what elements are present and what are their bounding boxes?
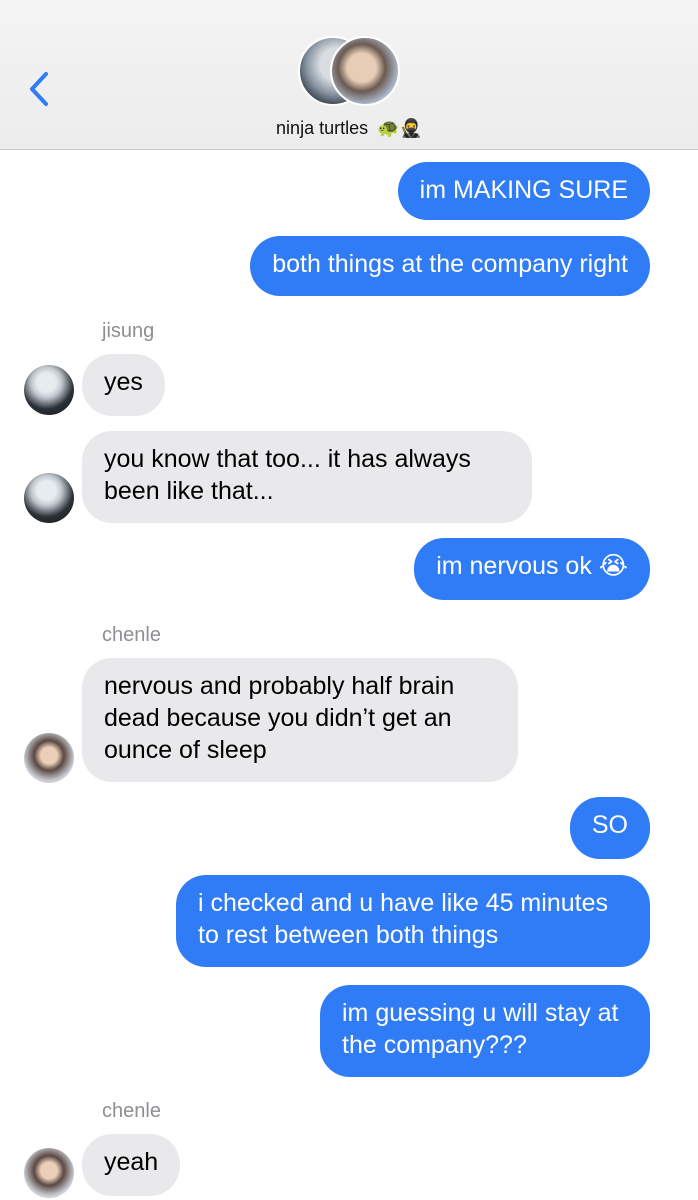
crying-face-emoji: 😭 <box>598 551 628 580</box>
message-line: im guessing u will stay at <box>342 999 619 1027</box>
message-bubble-outgoing[interactable]: im nervous ok 😭 <box>414 538 650 600</box>
sender-name: chenle <box>102 624 161 646</box>
message-line: ounce of sleep <box>104 736 267 764</box>
group-name[interactable]: ninja turtles 🐢🥷 <box>0 118 698 139</box>
message-bubble-incoming[interactable]: nervous and probably half brain dead bec… <box>82 658 518 782</box>
back-button[interactable] <box>24 68 56 112</box>
message-list: im MAKING SURE both things at the compan… <box>0 150 698 1200</box>
group-member-avatar <box>330 36 400 106</box>
avatar-chenle[interactable] <box>24 733 74 783</box>
message-text: SO <box>591 811 628 839</box>
message-line: the company??? <box>342 1031 527 1059</box>
message-bubble-outgoing[interactable]: im MAKING SURE <box>397 162 650 220</box>
message-line: nervous and probably half brain <box>104 672 455 700</box>
message-bubble-outgoing[interactable]: both things at the company right <box>250 236 650 296</box>
message-bubble-outgoing[interactable]: SO <box>569 797 650 859</box>
message-bubble-outgoing[interactable]: im guessing u will stay at the company??… <box>320 985 650 1077</box>
message-bubble-incoming[interactable]: yes <box>82 354 165 416</box>
avatar-chenle[interactable] <box>24 1148 74 1198</box>
message-text: both things at the company right <box>272 250 628 278</box>
message-line: you know that too... it has always <box>104 445 471 473</box>
message-line: to rest between both things <box>198 921 499 949</box>
chevron-left-icon <box>30 72 48 106</box>
message-line: i checked and u have like 45 minutes <box>198 889 608 917</box>
message-bubble-incoming[interactable]: yeah <box>82 1134 181 1196</box>
message-bubble-outgoing[interactable]: i checked and u have like 45 minutes to … <box>176 875 650 967</box>
group-name-emoji: 🐢🥷 <box>377 118 422 139</box>
group-name-text: ninja turtles <box>276 118 369 138</box>
sender-name: chenle <box>102 1100 161 1122</box>
message-text: im nervous ok <box>436 552 592 580</box>
sender-name: jisung <box>102 320 155 342</box>
avatar-jisung[interactable] <box>24 365 74 415</box>
message-text: yeah <box>104 1148 159 1176</box>
message-text: im MAKING SURE <box>419 176 628 204</box>
avatar-jisung[interactable] <box>24 473 74 523</box>
group-avatar-stack[interactable] <box>298 36 408 108</box>
conversation-header: ninja turtles 🐢🥷 <box>0 0 698 150</box>
message-bubble-incoming[interactable]: you know that too... it has always been … <box>82 431 532 523</box>
message-line: dead because you didn’t get an <box>104 704 452 732</box>
message-text: yes <box>104 368 143 396</box>
message-line: been like that... <box>104 477 274 505</box>
